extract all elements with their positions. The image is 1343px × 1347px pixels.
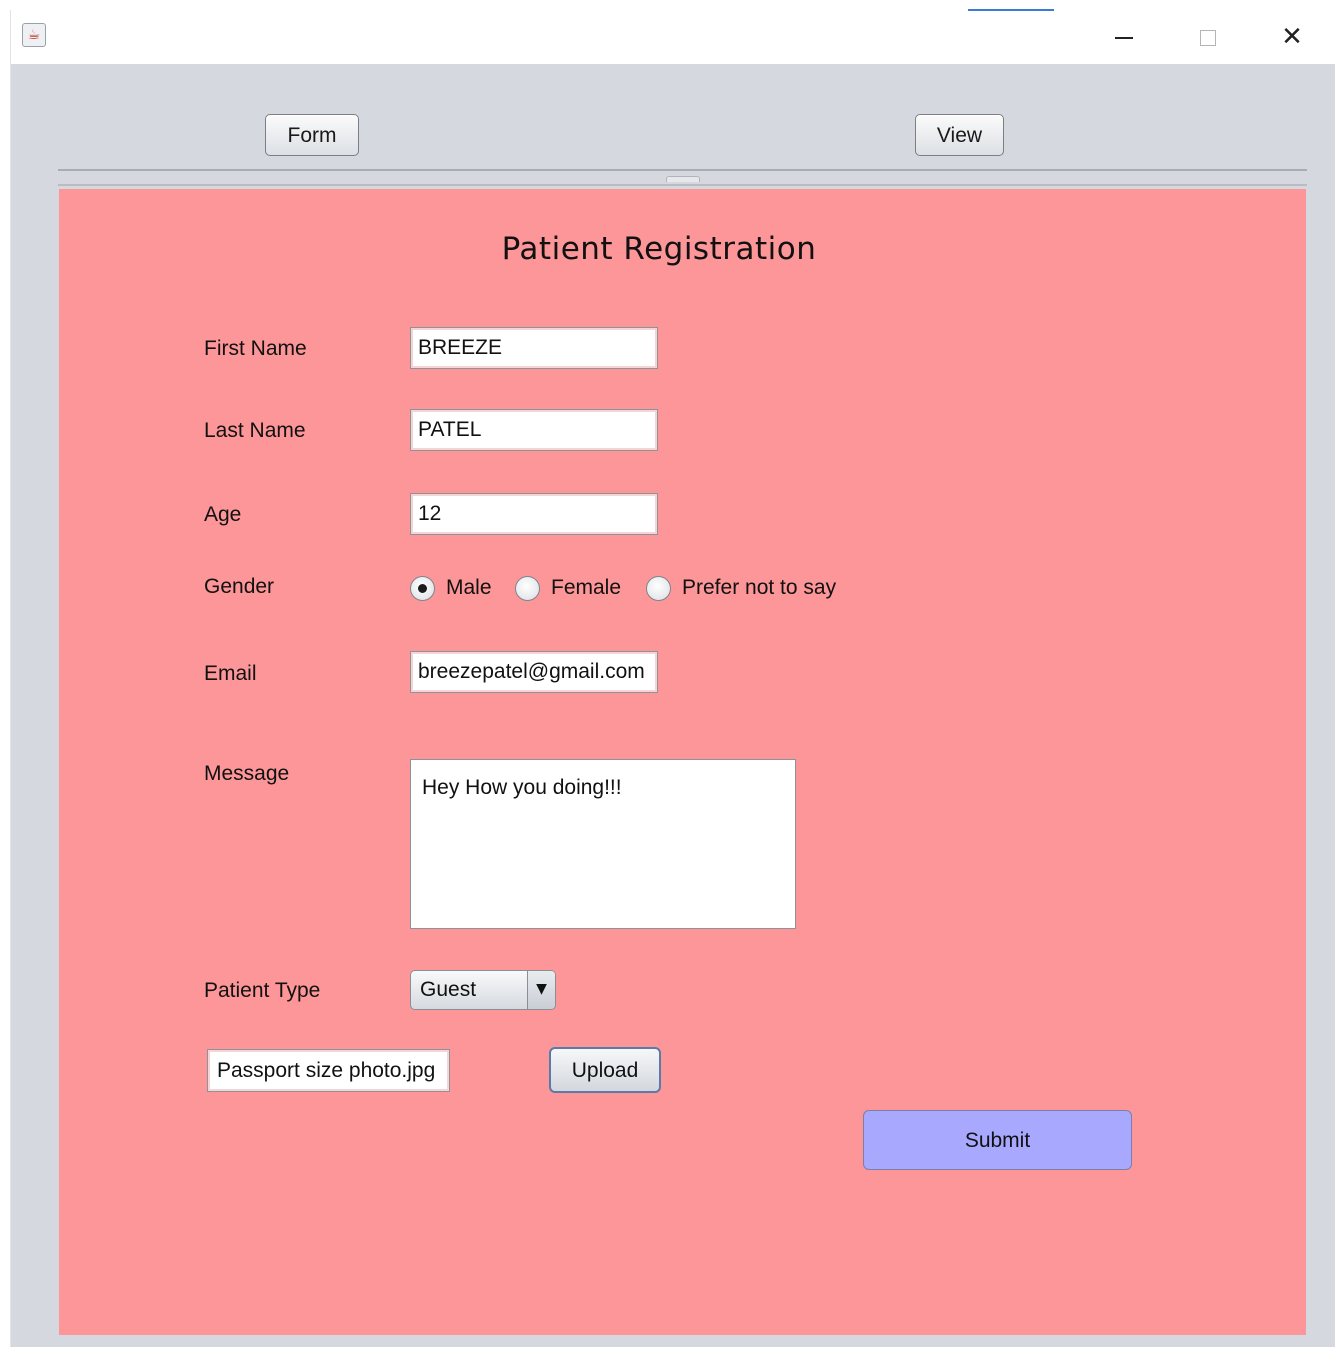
maximize-icon [1200, 29, 1216, 46]
gender-female-label: Female [551, 576, 622, 599]
age-input[interactable]: 12 [410, 493, 658, 535]
email-label: Email [204, 662, 257, 685]
split-pane-divider[interactable] [58, 169, 1307, 186]
page-title: Patient Registration [501, 231, 817, 267]
age-label: Age [204, 503, 242, 526]
divider-grip-handle[interactable] [666, 176, 700, 182]
file-name-field[interactable]: Passport size photo.jpg [207, 1049, 450, 1092]
minimize-icon [1115, 36, 1133, 39]
last-name-label: Last Name [204, 419, 306, 442]
close-icon: ✕ [1281, 22, 1303, 52]
title-bar: ☕ ✕ [11, 9, 1335, 64]
radio-checked-icon[interactable] [410, 576, 435, 601]
submit-button[interactable]: Submit [863, 1110, 1132, 1170]
close-button[interactable]: ✕ [1269, 18, 1315, 56]
patient-type-selected: Guest [420, 978, 477, 1001]
title-bar-accent [968, 9, 1054, 11]
gender-male-label: Male [446, 576, 492, 599]
patient-type-dropdown[interactable]: Guest ▼ [410, 970, 556, 1010]
radio-unchecked-icon[interactable] [646, 576, 671, 601]
first-name-label: First Name [204, 337, 307, 360]
maximize-button[interactable] [1185, 18, 1231, 56]
view-tab-button[interactable]: View [915, 114, 1004, 156]
patient-type-label: Patient Type [204, 979, 321, 1002]
gender-label: Gender [204, 575, 275, 598]
message-textarea[interactable]: Hey How you doing!!! [410, 759, 796, 929]
java-icon[interactable]: ☕ [22, 23, 46, 47]
form-tab-button[interactable]: Form [265, 114, 359, 156]
radio-unchecked-icon[interactable] [515, 576, 540, 601]
minimize-button[interactable] [1101, 18, 1147, 56]
registration-panel: Patient Registration First Name BREEZE L… [59, 189, 1306, 1335]
application-window: ☕ ✕ Form View Patient Registration First… [10, 9, 1335, 1347]
chevron-down-icon[interactable]: ▼ [527, 971, 555, 1009]
last-name-input[interactable]: PATEL [410, 409, 658, 451]
gender-prefer-not-label: Prefer not to say [682, 576, 837, 599]
email-input[interactable]: breezepatel@gmail.com [410, 651, 658, 693]
message-label: Message [204, 762, 290, 785]
upload-button[interactable]: Upload [549, 1047, 661, 1093]
first-name-input[interactable]: BREEZE [410, 327, 658, 369]
